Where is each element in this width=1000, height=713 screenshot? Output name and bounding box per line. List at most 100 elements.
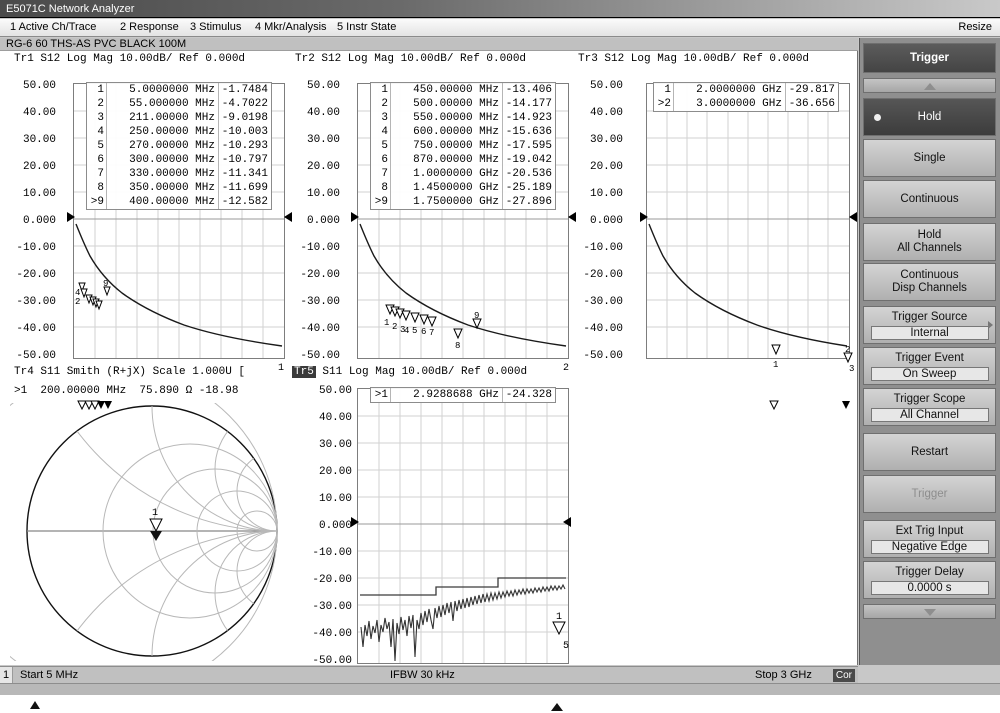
softkey-trigger-scope[interactable]: Trigger Scope All Channel	[863, 388, 996, 426]
softkey-label: Restart	[910, 445, 949, 458]
marker-num: 2	[87, 97, 107, 111]
tr1-ytick: 30.00	[22, 134, 56, 146]
tr5-ytick: 0.000	[318, 520, 352, 532]
marker-freq: 270.00000 MHz	[107, 139, 219, 153]
table-row: 4 600.00000 MHz -15.636	[371, 125, 555, 139]
table-row: 6 870.00000 MHz -19.042	[371, 153, 555, 167]
marker-num: 7	[371, 167, 391, 181]
tr1-marker-1-label: 1	[278, 363, 285, 374]
svg-text:9: 9	[474, 311, 479, 321]
softkey-trigger[interactable]: Trigger	[863, 475, 996, 513]
softkey-label: Hold	[917, 229, 942, 241]
marker-val: -1.7484	[221, 84, 268, 96]
table-row: 3 211.00000 MHz -9.0198	[87, 111, 271, 125]
radio-indicator-icon	[874, 114, 881, 121]
tr1-title[interactable]: Tr1 S12 Log Mag 10.00dB/ Ref 0.000d	[14, 53, 245, 65]
tr2-marker-2-label: 2	[563, 363, 570, 374]
marker-val: -9.0198	[221, 112, 268, 124]
marker-num: 8	[87, 181, 107, 195]
tr3-marker-table[interactable]: 1 2.0000000 GHz -29.817 >2 3.0000000 GHz -36…	[653, 82, 839, 112]
tr3-ref-right-arrow	[848, 211, 858, 223]
svg-text:3: 3	[849, 364, 854, 374]
tr1-ytick: 40.00	[22, 107, 56, 119]
tr5-active-badge[interactable]: Tr5	[292, 366, 316, 378]
tr2-title[interactable]: Tr2 S12 Log Mag 10.00dB/ Ref 0.000d	[295, 53, 526, 65]
marker-val: -36.656	[788, 98, 835, 110]
marker-val: -11.341	[221, 168, 268, 180]
softkey-hold[interactable]: Hold	[863, 98, 996, 136]
marker-freq: 450.00000 MHz	[391, 83, 503, 97]
status-stop-freq[interactable]: Stop 3 GHz	[755, 668, 812, 683]
svg-text:1: 1	[152, 508, 158, 519]
marker-val: -24.328	[505, 389, 552, 401]
table-row: 7 1.0000000 GHz -20.536	[371, 167, 555, 181]
softkey-trigger-source[interactable]: Trigger Source Internal	[863, 306, 996, 344]
svg-text:6: 6	[421, 327, 426, 337]
tr5-plot[interactable]	[357, 388, 569, 664]
marker-val: -10.293	[221, 140, 268, 152]
tr5-ytick: -10.00	[312, 547, 352, 559]
marker-num: 7	[87, 167, 107, 181]
table-row: 2 55.000000 MHz -4.7022	[87, 97, 271, 111]
tr5-ytick: -40.00	[312, 628, 352, 640]
softkey-value[interactable]: On Sweep	[870, 366, 989, 381]
tr1-ytick: 20.00	[22, 161, 56, 173]
marker-num: 1	[654, 83, 674, 97]
marker-freq: 750.00000 MHz	[391, 139, 503, 153]
softkey-scroll-down[interactable]	[863, 604, 996, 619]
tr5-axis-marker	[551, 703, 563, 711]
softkey-scroll-up[interactable]	[863, 78, 996, 93]
svg-text:9: 9	[103, 279, 108, 289]
analyzer-window: E5071C Network Analyzer 1 Active Ch/Trac…	[0, 0, 1000, 711]
softkey-value[interactable]: 0.0000 s	[870, 580, 989, 595]
status-start-freq[interactable]: Start 5 MHz	[20, 668, 78, 683]
softkey-ext-trig-input[interactable]: Ext Trig Input Negative Edge	[863, 520, 996, 558]
menu-item-instr-state[interactable]: 5 Instr State	[337, 21, 396, 33]
softkey-single[interactable]: Single	[863, 139, 996, 177]
marker-freq: 300.00000 MHz	[107, 153, 219, 167]
tr2-marker-table[interactable]: 1 450.00000 MHz -13.406 2 500.00000 MHz -14.…	[370, 82, 556, 210]
table-row: 5 270.00000 MHz -10.293	[87, 139, 271, 153]
softkey-value[interactable]: All Channel	[870, 407, 989, 422]
tr2-ytick: 0.000	[306, 215, 340, 227]
table-row: 3 550.00000 MHz -14.923	[371, 111, 555, 125]
tr3-ytick: 50.00	[589, 80, 623, 92]
softkey-trigger-event[interactable]: Trigger Event On Sweep	[863, 347, 996, 385]
tr5-marker-table[interactable]: >1 2.9288688 GHz -24.328	[370, 387, 556, 403]
tr4-smith-plot[interactable]: 1	[10, 403, 295, 661]
table-row: 8 1.4500000 GHz -25.189	[371, 181, 555, 195]
tr1-marker-table[interactable]: 1 5.0000000 MHz -1.7484 2 55.000000 MHz -4.7…	[86, 82, 272, 210]
tr2-ytick: 10.00	[306, 188, 340, 200]
marker-num: 8	[371, 181, 391, 195]
marker-num: 4	[371, 125, 391, 139]
softkey-continuous[interactable]: Continuous	[863, 180, 996, 218]
softkey-restart[interactable]: Restart	[863, 433, 996, 471]
marker-val: -14.923	[505, 112, 552, 124]
softkey-value[interactable]: Negative Edge	[870, 539, 989, 554]
status-channel-number: 1	[0, 667, 13, 684]
softkey-hold-all-channels[interactable]: Hold All Channels	[863, 223, 996, 261]
svg-text:2: 2	[75, 297, 80, 307]
svg-text:2: 2	[845, 345, 850, 355]
menu-item-stimulus[interactable]: 3 Stimulus	[190, 21, 241, 33]
marker-num: 1	[371, 83, 391, 97]
table-row: >9 400.00000 MHz -12.582	[87, 195, 271, 209]
menu-item-mkr-analysis[interactable]: 4 Mkr/Analysis	[255, 21, 327, 33]
tr2-ytick: 40.00	[306, 107, 340, 119]
svg-text:4: 4	[404, 326, 409, 336]
tr3-title[interactable]: Tr3 S12 Log Mag 10.00dB/ Ref 0.000d	[578, 53, 809, 65]
menu-item-active-ch-trace[interactable]: 1 Active Ch/Trace	[10, 21, 96, 33]
marker-val: -20.536	[505, 168, 552, 180]
menu-item-response[interactable]: 2 Response	[120, 21, 179, 33]
svg-text:1: 1	[773, 360, 778, 370]
softkey-value[interactable]: Internal	[870, 325, 989, 340]
table-row: >2 3.0000000 GHz -36.656	[654, 97, 838, 111]
resize-button[interactable]: Resize	[958, 21, 992, 33]
tr5-ytick: 40.00	[318, 412, 352, 424]
softkey-trigger-delay[interactable]: Trigger Delay 0.0000 s	[863, 561, 996, 599]
status-ifbw[interactable]: IFBW 30 kHz	[390, 668, 455, 683]
softkey-continuous-disp-channels[interactable]: Continuous Disp Channels	[863, 263, 996, 301]
tr3-plot[interactable]	[646, 83, 850, 359]
tr5-title[interactable]: Tr5 S11 Log Mag 10.00dB/ Ref 0.000d	[292, 366, 527, 378]
tr4-title[interactable]: Tr4 S11 Smith (R+jX) Scale 1.000U [	[14, 366, 245, 378]
